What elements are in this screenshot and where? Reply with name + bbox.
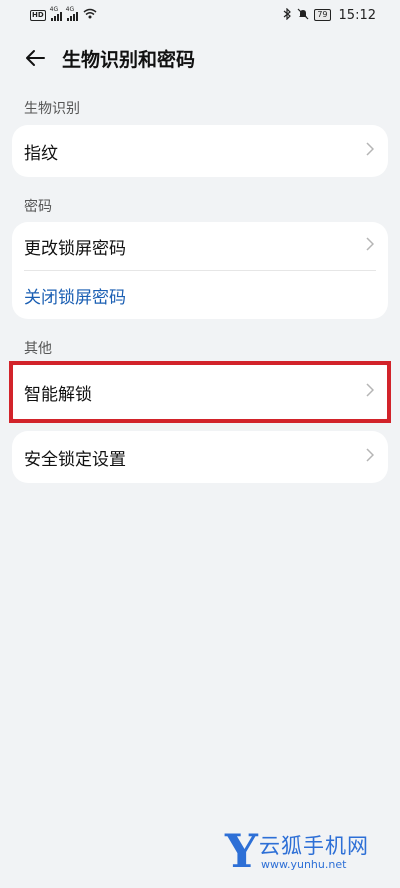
watermark-letter: Y <box>225 824 258 878</box>
card-password: 更改锁屏密码 关闭锁屏密码 <box>12 222 388 319</box>
card-biometrics: 指纹 <box>12 125 388 177</box>
status-left: HD 4G 4G <box>30 6 97 22</box>
page-title: 生物识别和密码 <box>62 48 196 71</box>
back-button[interactable] <box>20 43 50 73</box>
arrow-left-icon <box>26 50 45 66</box>
bluetooth-icon <box>283 7 292 23</box>
card-security-lock: 安全锁定设置 <box>12 431 388 483</box>
battery-indicator: 79 <box>314 9 331 21</box>
status-right: 79 15:12 <box>283 7 376 23</box>
item-security-lock-settings[interactable]: 安全锁定设置 <box>12 431 388 483</box>
net-label-1: 4G <box>49 5 59 13</box>
status-time: 15:12 <box>338 7 376 23</box>
section-label-biometrics: 生物识别 <box>24 101 80 117</box>
item-label: 指纹 <box>24 143 58 164</box>
section-label-other: 其他 <box>24 341 52 357</box>
watermark-logo: Y 云狐手机网 www.yunhu.net <box>225 828 400 878</box>
title-bar: 生物识别和密码 <box>0 30 400 86</box>
item-disable-lock-password[interactable]: 关闭锁屏密码 <box>12 271 388 319</box>
item-change-lock-password[interactable]: 更改锁屏密码 <box>12 222 388 270</box>
signal-icon-1: 4G <box>50 6 62 21</box>
net-label-2: 4G <box>65 5 75 13</box>
signal-icon-2: 4G <box>66 6 78 21</box>
highlight-box <box>9 361 391 423</box>
chevron-right-icon <box>366 141 375 161</box>
chevron-right-icon <box>366 447 375 467</box>
watermark-name: 云狐手机网 <box>259 834 369 858</box>
item-label: 关闭锁屏密码 <box>24 287 126 308</box>
item-label: 更改锁屏密码 <box>24 238 126 259</box>
wifi-icon <box>83 8 97 22</box>
watermark-url: www.yunhu.net <box>261 858 347 871</box>
mute-bell-icon <box>297 8 309 23</box>
section-label-password: 密码 <box>24 199 52 215</box>
status-bar: HD 4G 4G 79 15:12 <box>0 0 400 30</box>
item-label: 安全锁定设置 <box>24 449 126 470</box>
chevron-right-icon <box>366 236 375 256</box>
hd-badge: HD <box>30 9 46 21</box>
item-fingerprint[interactable]: 指纹 <box>12 125 388 177</box>
